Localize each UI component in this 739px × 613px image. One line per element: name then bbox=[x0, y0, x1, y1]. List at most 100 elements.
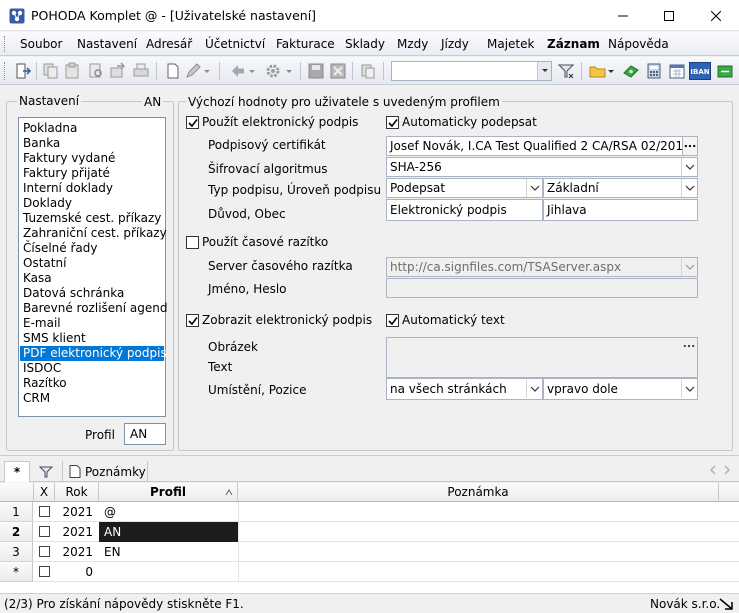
tsa-server-select[interactable]: http://ca.signfiles.com/TSAServer.aspx bbox=[386, 257, 698, 277]
close-button[interactable] bbox=[693, 0, 739, 31]
save-icon[interactable] bbox=[307, 62, 325, 80]
export-icon[interactable] bbox=[109, 62, 127, 80]
position-dropdown-button[interactable] bbox=[681, 380, 697, 398]
row-number[interactable]: 3 bbox=[0, 542, 33, 562]
row-note[interactable] bbox=[238, 522, 719, 542]
maximize-button[interactable] bbox=[646, 0, 692, 31]
row-note[interactable] bbox=[238, 542, 719, 562]
folder-icon[interactable] bbox=[589, 62, 607, 80]
nav-item[interactable]: Interní doklady bbox=[20, 181, 164, 196]
nav-item[interactable]: Doklady bbox=[20, 196, 164, 211]
use-tsa-checkbox[interactable] bbox=[186, 236, 199, 249]
toolbar-grip[interactable] bbox=[4, 62, 7, 80]
algo-select[interactable]: SHA-256 bbox=[386, 157, 698, 177]
nav-item[interactable]: SMS klient bbox=[20, 331, 164, 346]
menu-fakturace[interactable]: Fakturace bbox=[276, 37, 335, 51]
type-dropdown-button[interactable] bbox=[526, 179, 542, 197]
algo-dropdown-button[interactable] bbox=[681, 158, 697, 176]
type-select[interactable]: Podepsat bbox=[386, 178, 543, 198]
tab-scroll-left-icon[interactable] bbox=[708, 465, 718, 475]
menu-ucetnictvi[interactable]: Účetnictví bbox=[205, 37, 265, 51]
menu-adresar[interactable]: Adresář bbox=[146, 37, 192, 51]
tab-scroll-right-icon[interactable] bbox=[722, 465, 732, 475]
folder-dropdown-icon[interactable] bbox=[607, 62, 615, 80]
auto-sign-checkbox[interactable] bbox=[386, 116, 399, 129]
level-select[interactable]: Základní bbox=[543, 178, 698, 198]
table-row[interactable]: 3 2021 EN bbox=[0, 542, 739, 562]
menu-napoveda[interactable]: Nápověda bbox=[608, 37, 669, 51]
row-select-checkbox[interactable] bbox=[39, 526, 50, 537]
row-note[interactable] bbox=[238, 502, 719, 522]
cert-field[interactable]: Josef Novák, I.CA Test Qualified 2 CA/RS… bbox=[386, 136, 683, 156]
tab-filter[interactable] bbox=[32, 461, 60, 482]
city-field[interactable]: Jihlava bbox=[543, 199, 698, 221]
quick-filter-combo[interactable] bbox=[391, 61, 552, 81]
menu-soubor[interactable]: Soubor bbox=[20, 37, 62, 51]
placement-dropdown-button[interactable] bbox=[526, 380, 542, 398]
edit-dropdown-icon[interactable] bbox=[203, 62, 211, 80]
col-header-year[interactable]: Rok bbox=[55, 483, 99, 502]
exit-agenda-icon[interactable] bbox=[14, 62, 32, 80]
cert-browse-button[interactable]: ... bbox=[682, 136, 698, 156]
nav-item[interactable]: Kasa bbox=[20, 271, 164, 286]
money-icon[interactable] bbox=[622, 62, 640, 80]
print-icon[interactable] bbox=[132, 62, 150, 80]
row-profile[interactable]: EN bbox=[99, 542, 238, 562]
clipboard-icon[interactable] bbox=[359, 62, 377, 80]
row-profile[interactable]: @ bbox=[99, 502, 238, 522]
nav-item[interactable]: ISDOC bbox=[20, 361, 164, 376]
nav-item[interactable]: Faktury vydané bbox=[20, 151, 164, 166]
row-select-checkbox[interactable] bbox=[39, 566, 50, 577]
row-profile[interactable]: AN bbox=[99, 522, 238, 542]
copy-record-icon[interactable] bbox=[42, 62, 60, 80]
col-header-note[interactable]: Poznámka bbox=[238, 483, 719, 502]
menu-majetek[interactable]: Majetek bbox=[487, 37, 534, 51]
tab-notes[interactable]: Poznámky bbox=[62, 461, 148, 482]
nav-item[interactable]: PDF elektronický podpis bbox=[20, 346, 167, 361]
nav-item[interactable]: CRM bbox=[20, 391, 164, 406]
row-select-checkbox[interactable] bbox=[39, 506, 50, 517]
gear-dropdown-icon[interactable] bbox=[285, 62, 293, 80]
nav-item[interactable]: Razítko bbox=[20, 376, 164, 391]
gear-icon[interactable] bbox=[264, 62, 282, 80]
filter-funnel-icon[interactable] bbox=[557, 62, 575, 80]
minimize-button[interactable] bbox=[600, 0, 646, 31]
position-select[interactable]: vpravo dole bbox=[543, 378, 698, 400]
nav-item[interactable]: E-mail bbox=[20, 316, 164, 331]
reason-field[interactable]: Elektronický podpis bbox=[386, 199, 543, 221]
nav-item[interactable]: Banka bbox=[20, 136, 164, 151]
placement-select[interactable]: na všech stránkách bbox=[386, 378, 543, 400]
profile-field[interactable]: AN bbox=[124, 423, 166, 445]
image-browse-button[interactable]: ... bbox=[681, 338, 697, 356]
tsa-name-password-field[interactable] bbox=[386, 278, 698, 298]
col-header-x[interactable]: X bbox=[34, 483, 55, 502]
paste-record-icon[interactable] bbox=[63, 62, 81, 80]
nav-item[interactable]: Číselné řady bbox=[20, 241, 164, 256]
nav-item[interactable]: Zahraniční cest. příkazy bbox=[20, 226, 167, 241]
print-preview-icon[interactable] bbox=[87, 62, 105, 80]
tab-all-records[interactable]: * bbox=[4, 461, 30, 482]
menu-mzdy[interactable]: Mzdy bbox=[397, 37, 428, 51]
row-select-checkbox[interactable] bbox=[39, 546, 50, 557]
calculator-icon[interactable] bbox=[645, 62, 663, 80]
row-number[interactable]: 1 bbox=[0, 502, 33, 522]
tsa-server-dropdown-button[interactable] bbox=[681, 258, 697, 276]
col-header-profile[interactable]: Profil bbox=[99, 483, 238, 502]
iban-button[interactable]: IBAN bbox=[689, 62, 711, 80]
image-text-field[interactable] bbox=[386, 337, 698, 378]
edit-record-icon[interactable] bbox=[184, 62, 202, 80]
row-number[interactable]: 2 bbox=[0, 522, 33, 542]
menubar-grip[interactable] bbox=[4, 36, 7, 52]
menu-sklady[interactable]: Sklady bbox=[345, 37, 385, 51]
auto-text-checkbox[interactable] bbox=[386, 314, 399, 327]
nav-item[interactable]: Ostatní bbox=[20, 256, 164, 271]
use-esign-checkbox[interactable] bbox=[186, 116, 199, 129]
discard-icon[interactable] bbox=[329, 62, 347, 80]
menu-zaznam[interactable]: Záznam bbox=[547, 37, 600, 51]
row-note[interactable] bbox=[238, 562, 719, 582]
new-record-icon[interactable] bbox=[164, 62, 182, 80]
nav-item[interactable]: Pokladna bbox=[20, 121, 164, 136]
nav-item[interactable]: Faktury přijaté bbox=[20, 166, 164, 181]
nav-item[interactable]: Datová schránka bbox=[20, 286, 164, 301]
table-row[interactable]: 1 2021 @ bbox=[0, 502, 739, 522]
